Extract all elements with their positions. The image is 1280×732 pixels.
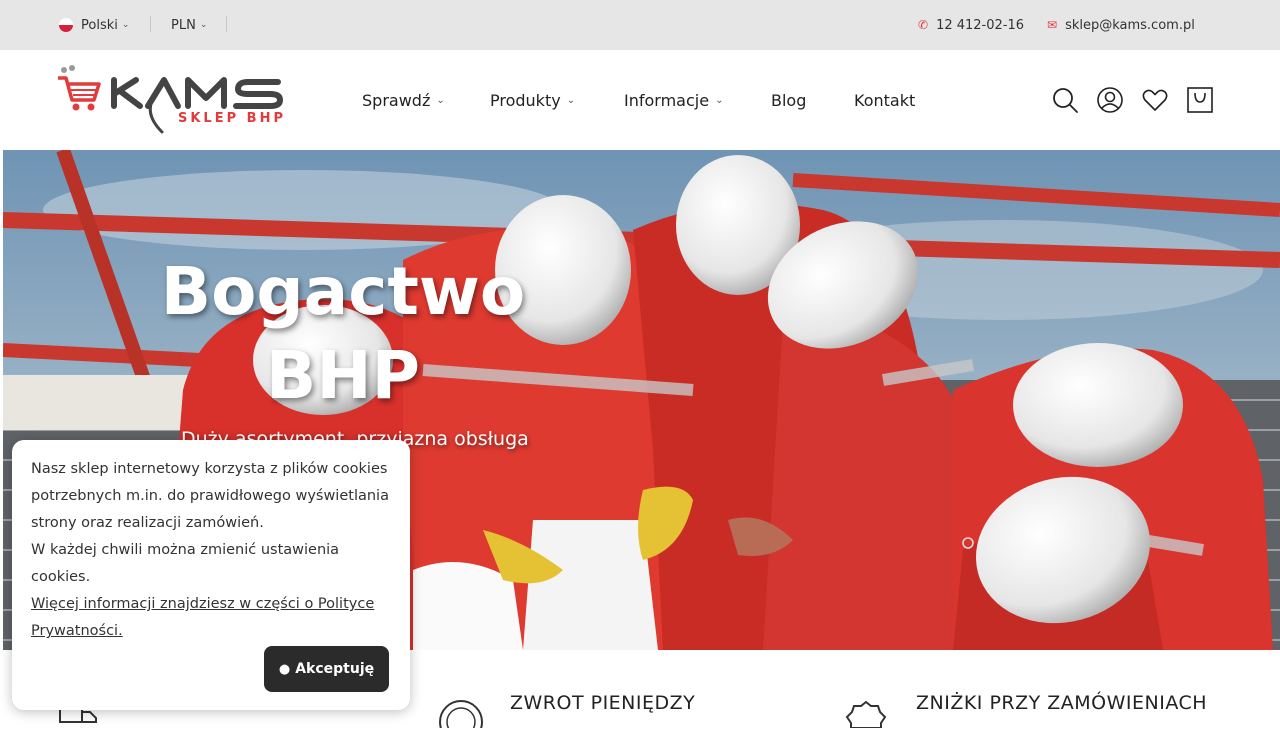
feature-order-discounts: ZNIŻKI PRZY ZAMÓWIENIACH <box>916 692 1208 714</box>
nav-item-sprawdz[interactable]: Sprawdź ⌄ <box>362 50 445 150</box>
chevron-down-icon: ⌄ <box>199 20 208 30</box>
main-header: SKLEP BHP Sprawdź ⌄ Produkty ⌄ Informacj… <box>0 50 1280 150</box>
feature-money-back: ZWROT PIENIĘDZY <box>510 692 696 714</box>
currency-label: PLN <box>171 17 196 33</box>
cookie-text-line: Nasz sklep internetowy korzysta z plików… <box>31 461 388 477</box>
privacy-policy-link[interactable]: Prywatności. <box>31 618 401 645</box>
divider <box>150 16 151 32</box>
cart-icon[interactable] <box>1186 86 1214 114</box>
account-icon[interactable] <box>1096 86 1124 114</box>
phone-link[interactable]: ✆ 12 412-02-16 <box>918 0 1024 50</box>
hero-title-line1: Bogactwo <box>160 253 526 330</box>
nav-label: Informacje <box>624 90 710 110</box>
nav-label: Blog <box>771 90 807 110</box>
svg-text:SKLEP BHP: SKLEP BHP <box>178 111 286 126</box>
nav-label: Kontakt <box>854 90 916 110</box>
chevron-down-icon: ⌄ <box>566 94 576 106</box>
cookie-consent-popup: Nasz sklep internetowy korzysta z plików… <box>12 440 410 710</box>
money-back-icon <box>439 700 483 728</box>
accept-label: Akceptuję <box>295 661 375 677</box>
phone-icon: ✆ <box>918 18 929 32</box>
chevron-down-icon: ⌄ <box>436 94 445 106</box>
email-link[interactable]: ✉ sklep@kams.com.pl <box>1047 0 1195 50</box>
nav-label: Produkty <box>490 90 561 110</box>
nav-label: Sprawdź <box>362 90 431 110</box>
cookie-text-line: cookies. <box>31 569 91 585</box>
cookie-text-line: W każdej chwili można zmienić ustawienia <box>31 542 340 558</box>
logo-graphic: SKLEP BHP <box>58 65 286 134</box>
cookie-icon: ● <box>278 661 291 677</box>
hero-title: Bogactwo BHP <box>3 250 683 418</box>
nav-item-kontakt[interactable]: Kontakt <box>854 50 915 150</box>
top-bar: Polski ⌄ PLN ⌄ ✆ 12 412-02-16 ✉ sklep@ka… <box>0 0 1280 50</box>
cookie-text-line: potrzebnych m.in. do prawidłowego wyświe… <box>31 488 389 504</box>
hero-title-line2: BHP <box>266 337 420 414</box>
kams-logo[interactable]: SKLEP BHP <box>56 64 318 136</box>
currency-selector[interactable]: PLN ⌄ <box>171 0 207 50</box>
discount-badge-icon <box>845 700 887 728</box>
divider <box>226 16 227 32</box>
search-icon[interactable] <box>1051 86 1079 114</box>
envelope-icon: ✉ <box>1047 18 1058 32</box>
chevron-down-icon: ⌄ <box>121 20 130 30</box>
email-address: sklep@kams.com.pl <box>1065 17 1195 33</box>
chevron-down-icon: ⌄ <box>715 94 724 106</box>
cookie-text-line: strony oraz realizacji zamówień. <box>31 515 264 531</box>
nav-item-informacje[interactable]: Informacje ⌄ <box>624 50 723 150</box>
accept-cookies-button[interactable]: ● Akceptuję <box>264 646 389 692</box>
poland-flag-icon <box>59 18 73 32</box>
nav-item-produkty[interactable]: Produkty ⌄ <box>490 50 575 150</box>
privacy-policy-link[interactable]: Więcej informacji znajdziesz w części o … <box>31 591 401 618</box>
phone-number: 12 412-02-16 <box>936 17 1025 33</box>
language-selector[interactable]: Polski ⌄ <box>59 0 129 50</box>
wishlist-heart-icon[interactable] <box>1141 86 1169 114</box>
language-label: Polski <box>81 17 118 33</box>
nav-item-blog[interactable]: Blog <box>771 50 806 150</box>
